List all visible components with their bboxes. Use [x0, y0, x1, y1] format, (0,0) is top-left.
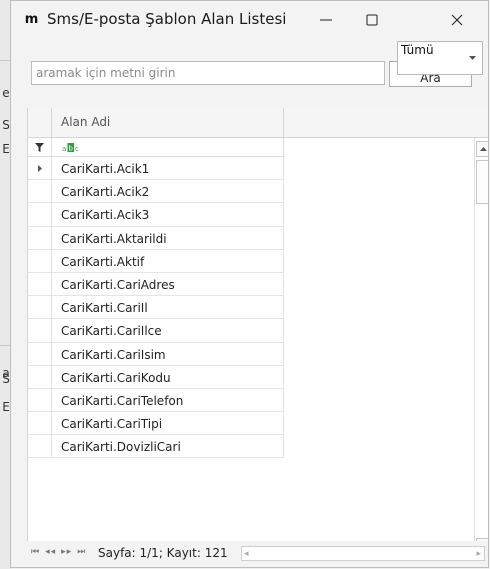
pager-navigation: ⏮ ◂◂ ▸▸ ⏭ — [31, 547, 91, 557]
row-indicator-header — [28, 108, 52, 137]
minimize-icon — [320, 19, 332, 21]
grid-footer: ⏮ ◂◂ ▸▸ ⏭ Sayfa: 1/1; Kayıt: 121 ◂ ▸ — [27, 541, 488, 567]
close-icon — [451, 14, 463, 26]
text-filter-icon: a b c — [62, 143, 79, 153]
table-row[interactable]: CariKarti.Acik2 — [28, 180, 284, 204]
chevron-left-icon[interactable]: ◂ — [244, 549, 249, 559]
auto-filter-row[interactable]: a b c — [52, 138, 284, 157]
row-indicator — [28, 180, 52, 203]
table-row[interactable]: CariKarti.CariIlce — [28, 319, 284, 343]
minimize-button[interactable] — [303, 1, 349, 39]
last-page-icon[interactable]: ⏭ — [77, 547, 86, 557]
table-cell-alan-adi[interactable]: CariKarti.Acik1 — [52, 157, 284, 180]
table-cell-alan-adi[interactable]: CariKarti.CariKodu — [52, 365, 284, 388]
table-cell-alan-adi[interactable]: CariKarti.Acik2 — [52, 180, 284, 203]
filter-row-indicator — [28, 138, 52, 157]
row-indicator — [28, 319, 52, 342]
table-row[interactable]: CariKarti.CariIsim — [28, 342, 284, 366]
next-page-icon[interactable]: ▸▸ — [61, 547, 72, 557]
table-row[interactable]: CariKarti.CariKodu — [28, 365, 284, 389]
row-indicator — [28, 296, 52, 319]
chevron-up-icon — [479, 147, 487, 151]
row-indicator — [28, 342, 52, 365]
page-info: Sayfa: 1/1; Kayıt: 121 — [98, 546, 228, 560]
scroll-thumb[interactable] — [476, 160, 488, 204]
row-indicator — [28, 435, 52, 458]
maximize-icon — [366, 14, 378, 26]
row-indicator — [28, 388, 52, 412]
table-cell-alan-adi[interactable]: CariKarti.CariTipi — [52, 412, 284, 435]
table-cell-alan-adi[interactable]: CariKarti.CariTelefon — [52, 388, 284, 412]
horizontal-scrollbar[interactable]: ◂ ▸ — [241, 546, 485, 561]
table-row[interactable]: CariKarti.CariTelefon — [28, 388, 284, 413]
svg-text:c: c — [75, 145, 79, 152]
table-cell-alan-adi[interactable]: CariKarti.CariAdres — [52, 272, 284, 296]
vertical-scrollbar[interactable] — [474, 138, 488, 556]
table-row[interactable]: CariKarti.Aktif — [28, 249, 284, 273]
table-cell-alan-adi[interactable]: CariKarti.CariIsim — [52, 342, 284, 365]
table-cell-alan-adi[interactable]: CariKarti.Aktarildi — [52, 226, 284, 249]
title-bar[interactable]: m Sms/E-posta Şablon Alan Listesi — [11, 1, 488, 39]
table-cell-alan-adi[interactable]: CariKarti.CariIlce — [52, 319, 284, 342]
app-logo: m — [24, 11, 39, 27]
svg-text:a: a — [62, 145, 66, 152]
row-indicator — [28, 249, 52, 272]
maximize-button[interactable] — [349, 1, 395, 39]
svg-text:b: b — [69, 145, 74, 153]
table-cell-alan-adi[interactable]: CariKarti.Acik3 — [52, 203, 284, 226]
chevron-down-icon — [469, 56, 476, 60]
filter-dropdown[interactable]: Tümü — [397, 41, 483, 75]
table-row[interactable]: CariKarti.Acik3 — [28, 203, 284, 227]
table-row[interactable]: CariKarti.Aktarildi — [28, 226, 284, 250]
row-indicator — [28, 226, 52, 249]
dialog-window: m Sms/E-posta Şablon Alan Listesi Ara Tü… — [10, 0, 489, 568]
field-grid: Alan Adi a b c CariKarti.Acik1 CariKarti.… — [27, 108, 488, 567]
table-cell-alan-adi[interactable]: CariKarti.DovizliCari — [52, 435, 284, 458]
scroll-up-button[interactable] — [476, 141, 488, 157]
empty-header-area — [284, 108, 488, 137]
column-header-alan-adi[interactable]: Alan Adi — [52, 108, 284, 137]
window-title: Sms/E-posta Şablon Alan Listesi — [47, 10, 287, 28]
table-cell-alan-adi[interactable]: CariKarti.CariIl — [52, 296, 284, 319]
table-row[interactable]: CariKarti.Acik1 — [28, 157, 284, 181]
table-row[interactable]: CariKarti.DovizliCari — [28, 435, 284, 459]
search-input[interactable] — [31, 61, 385, 85]
table-cell-alan-adi[interactable]: CariKarti.Aktif — [52, 249, 284, 272]
grid-header: Alan Adi — [28, 108, 488, 138]
row-indicator — [28, 365, 52, 388]
table-row[interactable]: CariKarti.CariIl — [28, 296, 284, 320]
close-button[interactable] — [434, 1, 480, 39]
first-page-icon[interactable]: ⏮ — [31, 547, 40, 557]
table-row[interactable]: CariKarti.CariTipi — [28, 412, 284, 436]
table-row[interactable]: CariKarti.CariAdres — [28, 272, 284, 297]
current-row-icon — [37, 164, 42, 172]
row-indicator — [28, 203, 52, 226]
chevron-right-icon[interactable]: ▸ — [476, 549, 481, 559]
filter-icon — [35, 142, 44, 152]
row-indicator — [28, 412, 52, 435]
row-indicator — [28, 157, 52, 180]
previous-page-icon[interactable]: ◂◂ — [45, 547, 56, 557]
row-indicator — [28, 272, 52, 296]
filter-selected-value: Tümü — [401, 43, 434, 57]
grid-rows: CariKarti.Acik1 CariKarti.Acik2 CariKarti.… — [28, 157, 284, 459]
